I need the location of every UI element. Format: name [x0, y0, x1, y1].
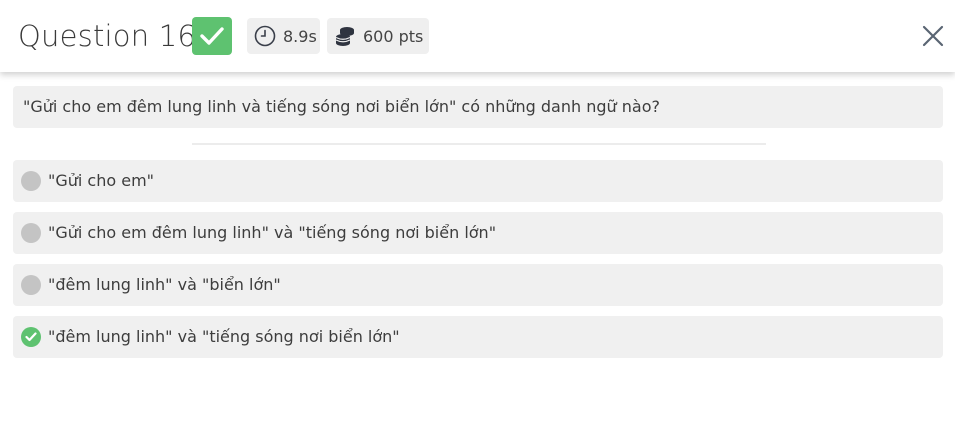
radio-marker-icon — [21, 171, 41, 191]
close-icon — [922, 25, 944, 47]
clock-icon — [253, 24, 277, 48]
answer-option-label: "đêm lung linh" và "tiếng sóng nơi biển … — [48, 327, 400, 346]
answer-option-label: "Gửi cho em đêm lung linh" và "tiếng són… — [48, 223, 497, 242]
question-text: "Gửi cho em đêm lung linh và tiếng sóng … — [13, 86, 943, 128]
radio-marker-icon — [21, 223, 41, 243]
correct-status-badge — [192, 17, 232, 55]
points-value: 600 pts — [363, 26, 424, 46]
answer-option-1[interactable]: "Gửi cho em" — [13, 160, 943, 202]
coins-icon — [333, 24, 357, 48]
points-pill: 600 pts — [327, 18, 429, 54]
answer-option-4[interactable]: "đêm lung linh" và "tiếng sóng nơi biển … — [13, 316, 943, 358]
radio-marker-icon — [21, 275, 41, 295]
answer-option-3[interactable]: "đêm lung linh" và "biển lớn" — [13, 264, 943, 306]
question-title: Question 16 — [18, 19, 197, 53]
divider — [192, 143, 766, 145]
time-pill: 8.9s — [247, 18, 320, 54]
check-icon — [200, 27, 224, 45]
answer-options: "Gửi cho em" "Gửi cho em đêm lung linh" … — [13, 160, 943, 368]
question-header: Question 16 8.9s 600 pts — [0, 0, 955, 72]
close-button[interactable] — [921, 24, 945, 48]
answer-option-label: "Gửi cho em" — [48, 171, 155, 190]
answer-option-label: "đêm lung linh" và "biển lớn" — [48, 275, 281, 294]
time-value: 8.9s — [283, 26, 317, 46]
correct-check-icon — [21, 327, 41, 347]
answer-option-2[interactable]: "Gửi cho em đêm lung linh" và "tiếng són… — [13, 212, 943, 254]
